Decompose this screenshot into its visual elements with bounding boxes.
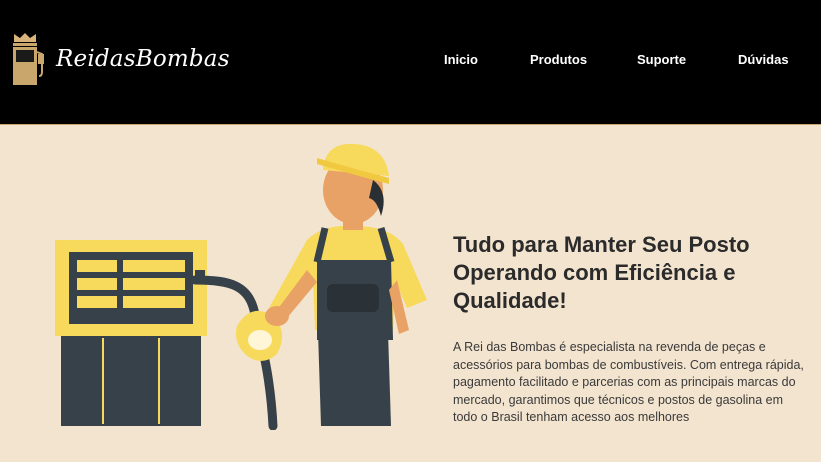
worker-figure [265, 143, 427, 426]
hero-title: Tudo para Manter Seu Posto Operando com … [453, 232, 750, 313]
main-nav: Inicio Produtos Suporte Dúvidas [0, 52, 821, 72]
site-header: ReidasBombas Inicio Produtos Suporte Dúv… [0, 0, 821, 125]
nav-item-suporte[interactable]: Suporte [637, 52, 686, 67]
hero-description: A Rei das Bombas é especialista na reven… [453, 340, 804, 424]
nav-item-inicio[interactable]: Inicio [444, 52, 478, 67]
nav-item-produtos[interactable]: Produtos [530, 52, 587, 67]
gas-station-worker-illustration [55, 143, 427, 430]
nav-item-duvidas[interactable]: Dúvidas [738, 52, 789, 67]
